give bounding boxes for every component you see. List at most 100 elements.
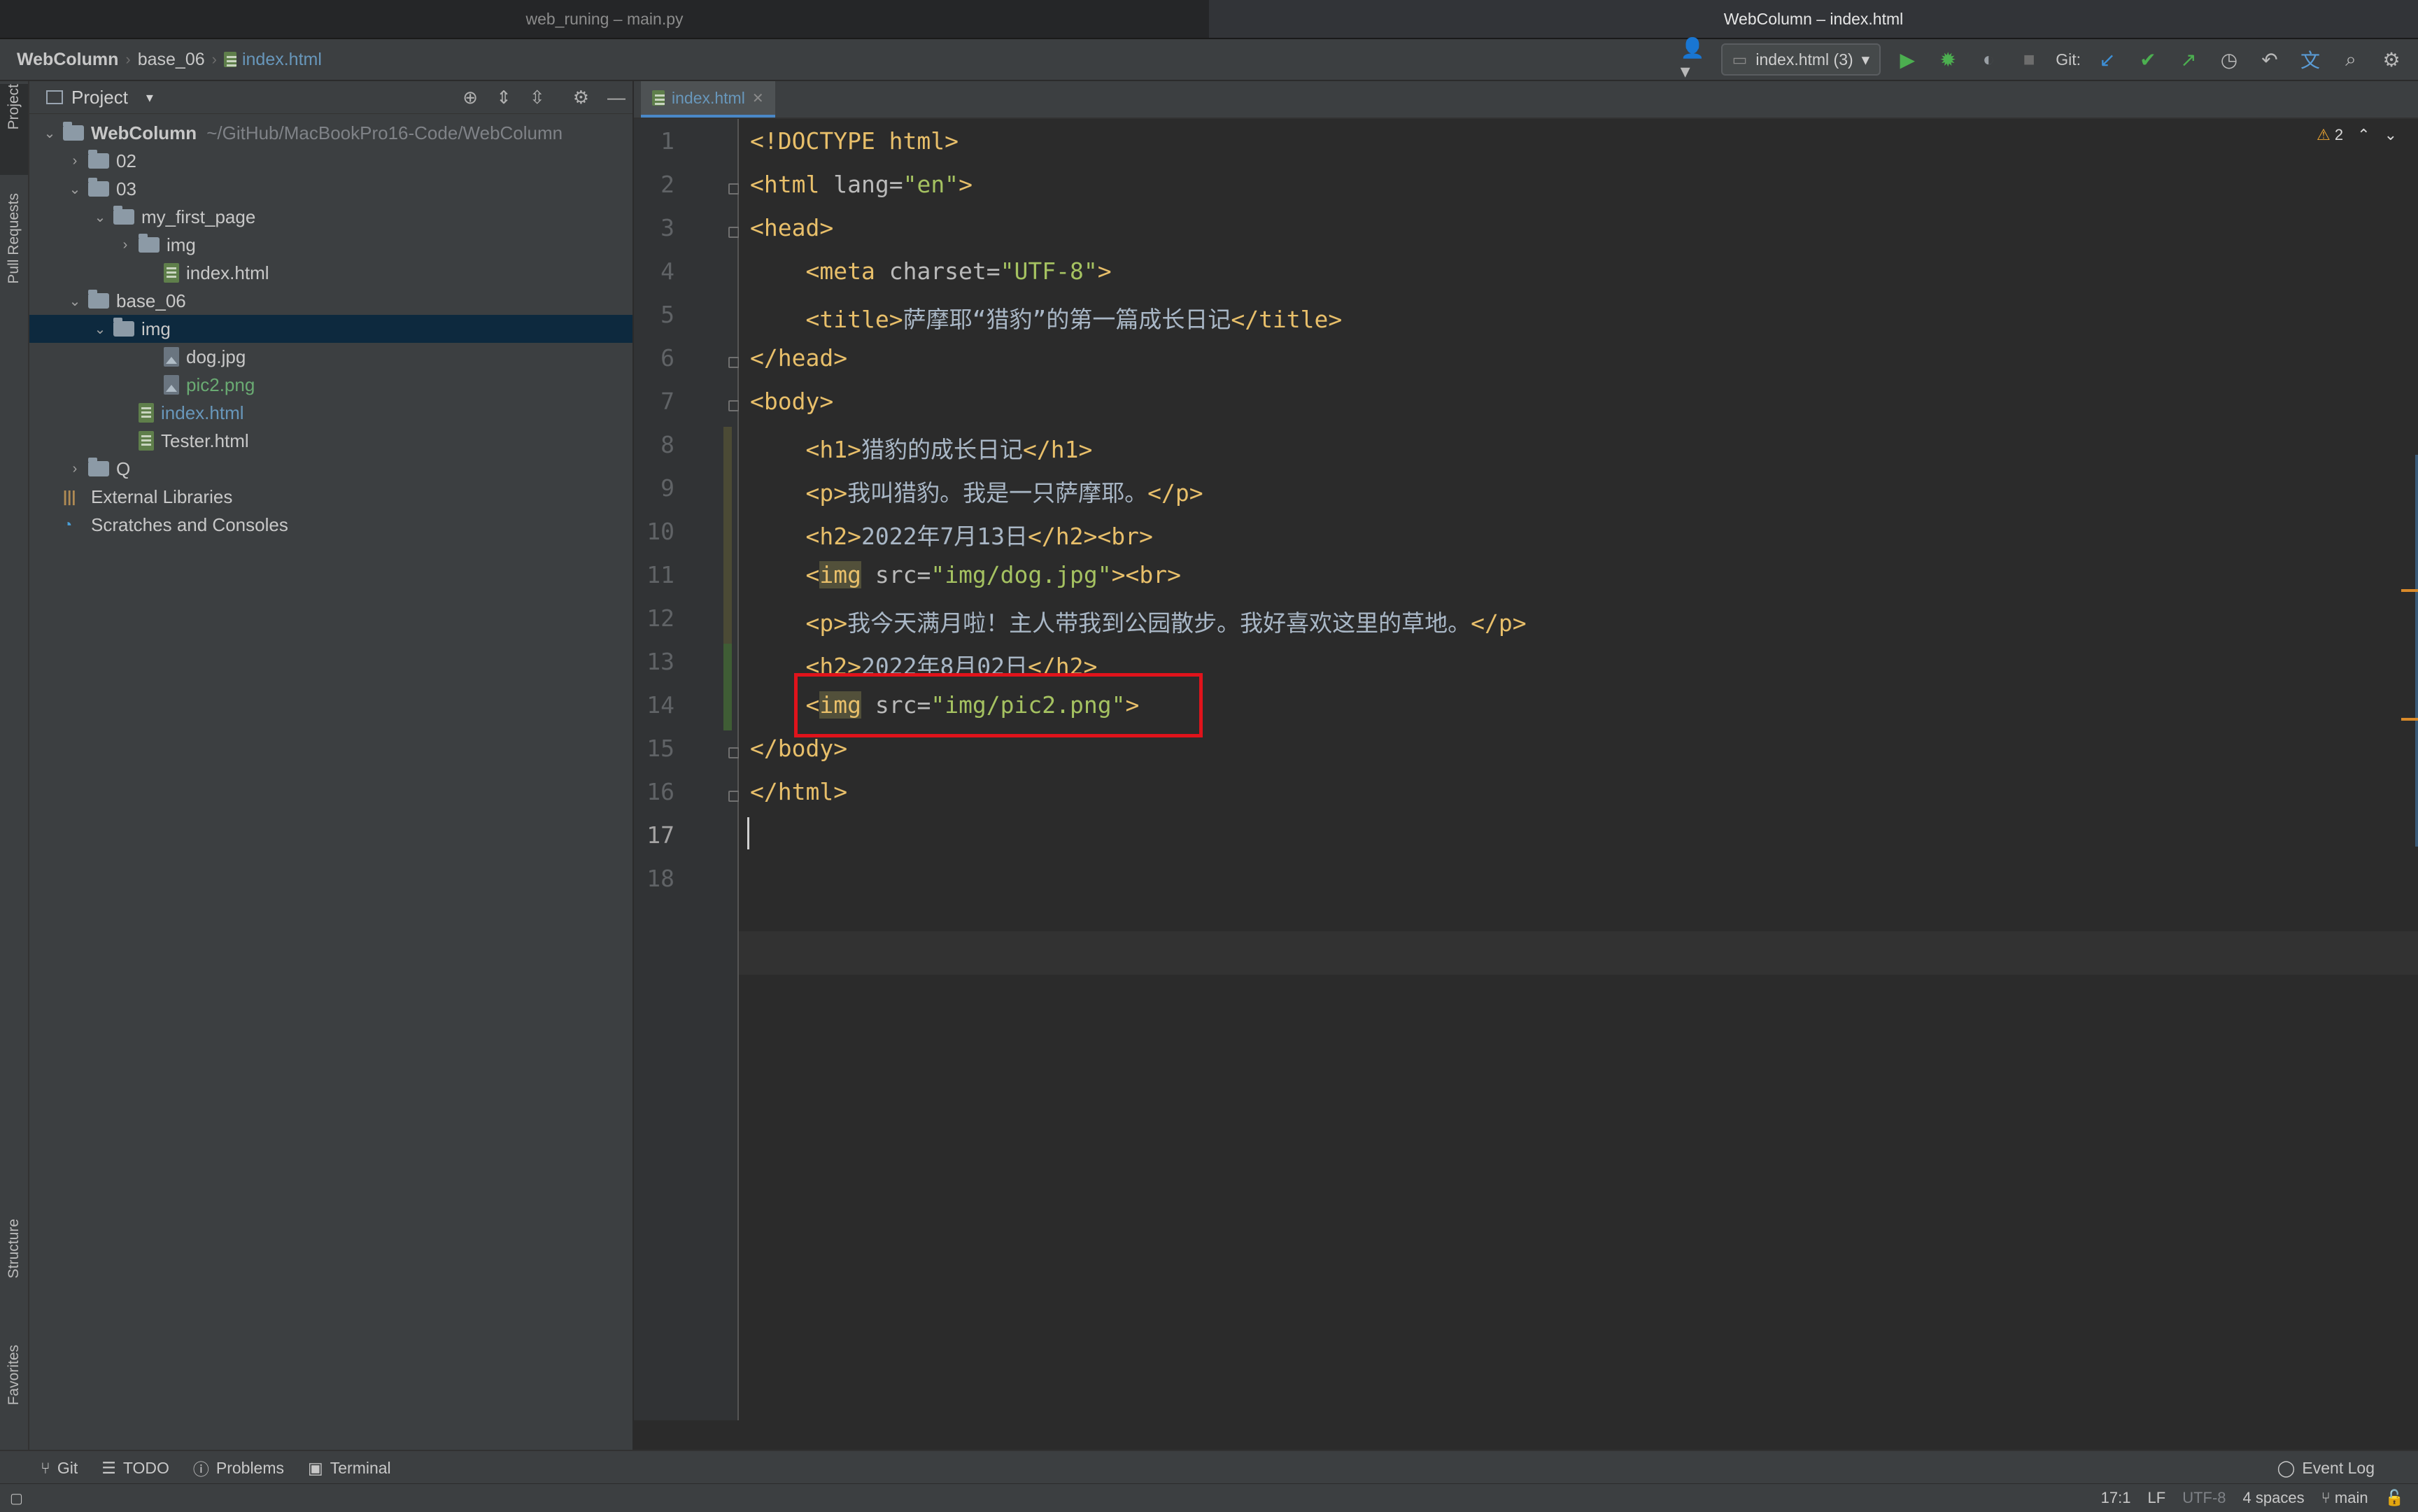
problems-tool-button[interactable]: ⓘ Problems: [193, 1456, 284, 1480]
git-commit-icon[interactable]: ✔: [2134, 45, 2162, 73]
tree-item[interactable]: ||| External Libraries: [29, 483, 632, 511]
collapse-all-icon[interactable]: ⇳: [530, 87, 545, 108]
html-file-icon: [164, 263, 179, 283]
history-icon[interactable]: ◷: [2215, 45, 2243, 73]
code-line[interactable]: <body>: [750, 388, 833, 415]
git-update-icon[interactable]: ↙: [2093, 45, 2121, 73]
locate-icon[interactable]: ⊕: [462, 87, 478, 108]
chevron-right-icon[interactable]: ›: [67, 153, 83, 169]
code-line[interactable]: <head>: [750, 214, 833, 241]
fold-marker-icon[interactable]: [728, 791, 740, 802]
git-branch-widget[interactable]: ⑂ main: [2321, 1489, 2368, 1507]
code-line[interactable]: <!DOCTYPE html>: [750, 127, 959, 155]
structure-tool-tab[interactable]: Structure: [0, 1219, 28, 1324]
tree-item[interactable]: ⌄ my_first_page: [29, 203, 632, 231]
project-panel-title[interactable]: Project: [71, 87, 128, 108]
debug-icon[interactable]: ✹: [1934, 45, 1962, 73]
tree-item[interactable]: Tester.html: [29, 427, 632, 455]
tree-item[interactable]: pic2.png: [29, 371, 632, 399]
fold-marker-icon[interactable]: [728, 400, 740, 411]
chevron-down-icon[interactable]: ⌄: [92, 209, 108, 226]
expand-all-icon[interactable]: ⇕: [496, 87, 511, 108]
git-tool-button[interactable]: ⑂ Git: [41, 1459, 78, 1478]
added-lines-marker[interactable]: [723, 644, 732, 730]
code-line[interactable]: </head>: [750, 344, 847, 372]
event-log-button[interactable]: ◯ Event Log: [2277, 1451, 2375, 1485]
tree-item[interactable]: index.html: [29, 259, 632, 287]
fold-marker-icon[interactable]: [728, 357, 740, 368]
tree-item[interactable]: ⌄ img: [29, 315, 632, 343]
tree-item[interactable]: › 02: [29, 147, 632, 175]
chevron-down-icon[interactable]: ⌄: [67, 292, 83, 310]
modified-lines-marker[interactable]: [723, 427, 732, 644]
fold-marker-icon[interactable]: [728, 227, 740, 238]
chevron-down-icon[interactable]: ⌄: [2384, 126, 2397, 144]
window-tab-webcolumn[interactable]: WebColumn – index.html: [1209, 0, 2418, 39]
chevron-right-icon[interactable]: ›: [67, 461, 83, 477]
tree-item[interactable]: index.html: [29, 399, 632, 427]
caret-position[interactable]: 17:1: [2101, 1489, 2131, 1507]
tree-item[interactable]: ⌄ WebColumn ~/GitHub/MacBookPro16-Code/Web…: [29, 119, 632, 147]
tree-item[interactable]: dog.jpg: [29, 343, 632, 371]
chevron-down-icon[interactable]: ⌄: [42, 125, 57, 142]
editor-tab-index-html[interactable]: index.html ✕: [641, 81, 775, 118]
folder-icon: [113, 318, 134, 337]
run-icon[interactable]: ▶: [1893, 45, 1921, 73]
code-line[interactable]: <p>我今天满月啦！主人带我到公园散步。我好喜欢这里的草地。</p>: [750, 605, 1526, 638]
rollback-icon[interactable]: ↶: [2256, 45, 2284, 73]
git-push-icon[interactable]: ↗: [2175, 45, 2203, 73]
stop-icon[interactable]: ■: [2015, 45, 2043, 73]
fold-marker-icon[interactable]: [728, 183, 740, 195]
warning-stripe-marker[interactable]: [2401, 718, 2418, 721]
file-encoding[interactable]: UTF-8: [2182, 1489, 2226, 1507]
line-separator[interactable]: LF: [2148, 1489, 2166, 1507]
search-icon[interactable]: ⌕: [2337, 45, 2365, 73]
chevron-down-icon[interactable]: ▾: [146, 89, 153, 106]
scrollbar-track-marker[interactable]: [2415, 455, 2418, 847]
tool-windows-toggle-icon[interactable]: ▢: [10, 1490, 23, 1507]
gear-icon[interactable]: ⚙: [2377, 45, 2405, 73]
pull-requests-tool-tab[interactable]: Pull Requests: [0, 193, 28, 333]
code-line[interactable]: <p>我叫猎豹。我是一只萨摩耶。</p>: [750, 474, 1203, 508]
translate-icon[interactable]: 文: [2296, 45, 2324, 73]
chevron-right-icon[interactable]: ›: [118, 237, 133, 253]
tree-item[interactable]: › img: [29, 231, 632, 259]
code-line[interactable]: <h2>2022年7月13日</h2><br>: [750, 518, 1152, 551]
code-line[interactable]: <meta charset="UTF-8">: [750, 257, 1111, 285]
chevron-down-icon[interactable]: ⌄: [67, 181, 83, 198]
terminal-tool-button[interactable]: ▣ Terminal: [308, 1459, 391, 1478]
breadcrumb-project[interactable]: WebColumn: [17, 50, 118, 70]
close-icon[interactable]: ✕: [752, 90, 764, 107]
tree-item[interactable]: ⌄ 03: [29, 175, 632, 203]
code-line[interactable]: </body>: [750, 735, 847, 762]
window-tab-web-runing[interactable]: web_runing – main.py: [0, 0, 1209, 39]
fold-marker-icon[interactable]: [728, 747, 740, 758]
project-tool-tab[interactable]: Project: [0, 84, 28, 175]
todo-tool-button[interactable]: ☰ TODO: [101, 1459, 169, 1478]
favorites-tool-tab[interactable]: Favorites: [0, 1345, 28, 1443]
chevron-down-icon[interactable]: ⌄: [92, 320, 108, 338]
breadcrumb-folder[interactable]: base_06: [138, 50, 205, 70]
code-editor[interactable]: <!DOCTYPE html> <html lang="en"> <head> <m…: [739, 119, 2418, 1420]
lock-icon[interactable]: 🔓: [2385, 1489, 2404, 1507]
line-number: 12: [646, 605, 674, 632]
tree-item[interactable]: › Q: [29, 455, 632, 483]
code-line[interactable]: <h1>猎豹的成长日记</h1>: [750, 431, 1092, 465]
hide-icon[interactable]: —: [607, 87, 625, 108]
breadcrumb-file-label: index.html: [241, 49, 322, 69]
code-line[interactable]: <html lang="en">: [750, 171, 973, 198]
indent-setting[interactable]: 4 spaces: [2243, 1489, 2305, 1507]
tree-item[interactable]: ◔ Scratches and Consoles: [29, 511, 632, 539]
chevron-up-icon[interactable]: ⌃: [2357, 126, 2370, 144]
gear-icon[interactable]: ⚙: [573, 87, 589, 108]
breadcrumb-file[interactable]: index.html: [223, 49, 322, 70]
coverage-icon[interactable]: ◐: [1974, 45, 2002, 73]
code-line[interactable]: </html>: [750, 778, 847, 805]
code-line[interactable]: <title>萨摩耶“猎豹”的第一篇成长日记</title>: [750, 301, 1342, 334]
warning-stripe-marker[interactable]: [2401, 589, 2418, 592]
tree-item[interactable]: ⌄ base_06: [29, 287, 632, 315]
run-configuration-select[interactable]: ▭ index.html (3) ▾: [1720, 43, 1881, 76]
code-line[interactable]: <img src="img/dog.jpg"><br>: [750, 561, 1181, 588]
inspection-widget[interactable]: ⚠ 2 ⌃ ⌄: [2317, 126, 2397, 144]
user-icon[interactable]: 👤▾: [1681, 37, 1709, 82]
